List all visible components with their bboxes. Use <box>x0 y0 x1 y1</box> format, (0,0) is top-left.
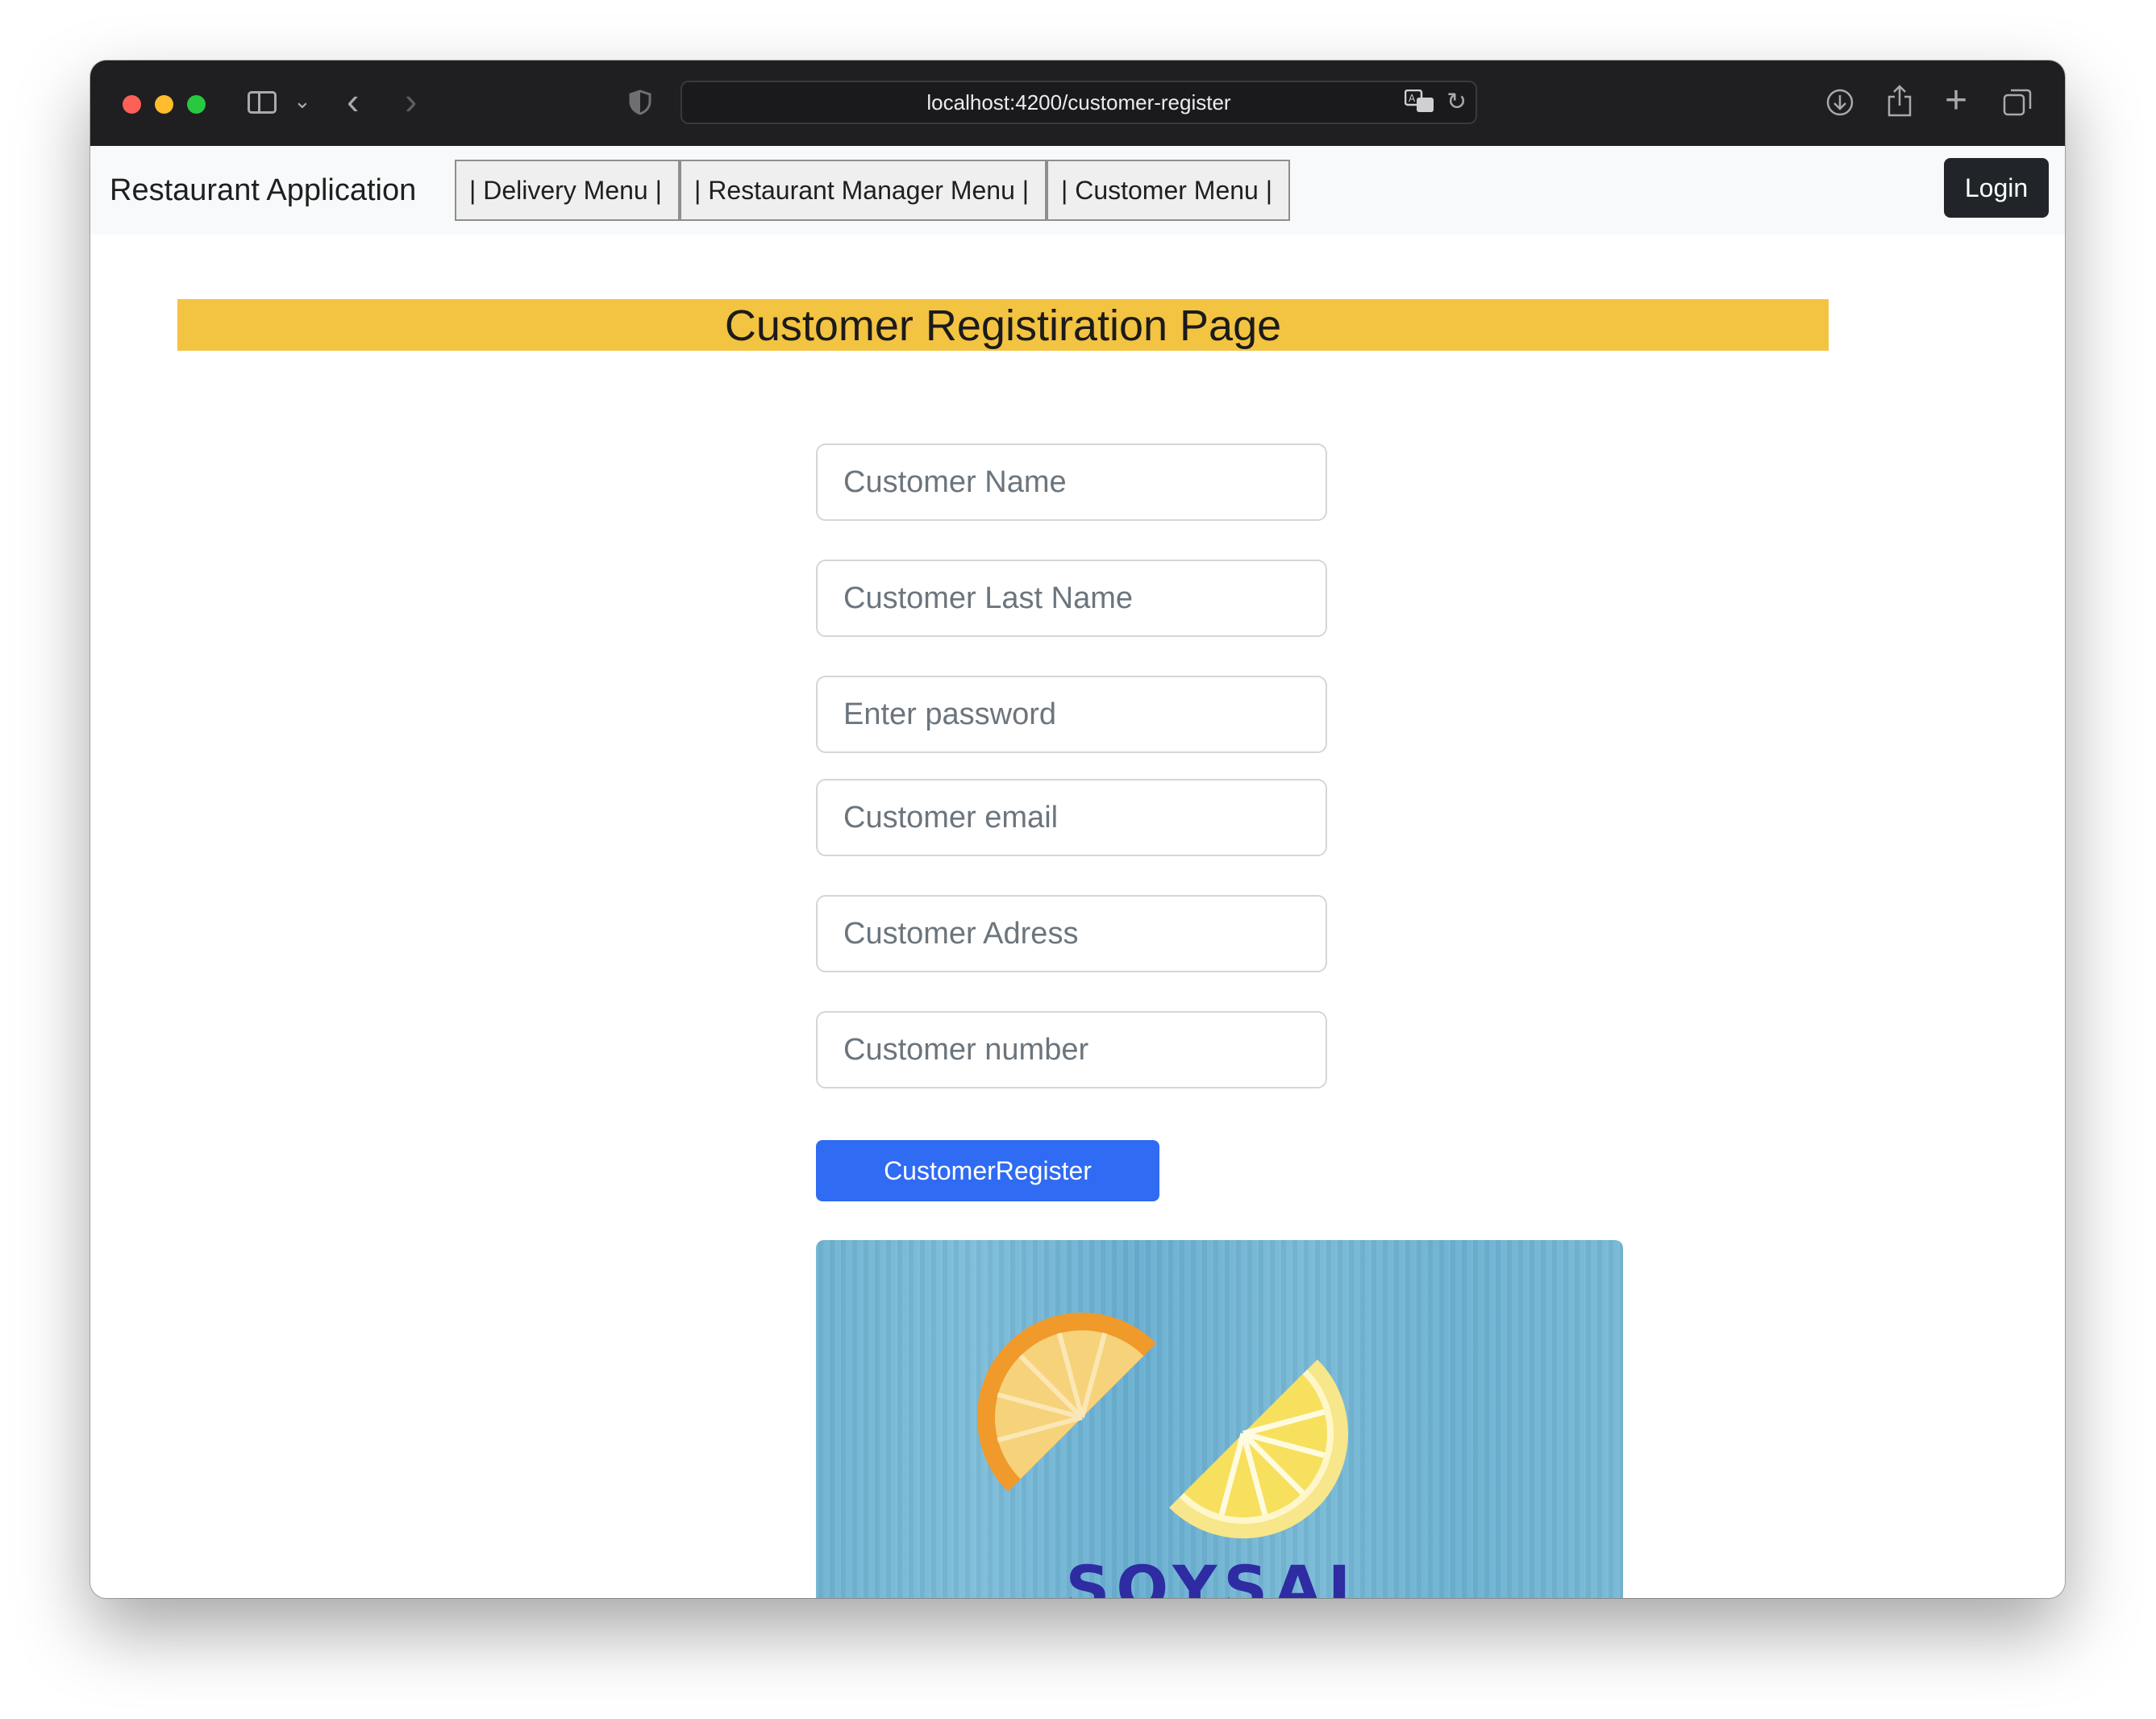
phone-number-field[interactable] <box>816 1011 1327 1088</box>
minimize-window-button[interactable] <box>155 95 173 114</box>
restaurant-manager-menu-button[interactable]: | Restaurant Manager Menu | <box>680 160 1047 221</box>
chevron-down-icon[interactable]: ⌄ <box>293 85 311 117</box>
navbar-brand[interactable]: Restaurant Application <box>110 172 416 209</box>
banner-logo-text: SOYSAL <box>1065 1552 1374 1599</box>
close-window-button[interactable] <box>123 95 141 114</box>
customer-last-name-field[interactable] <box>816 560 1327 637</box>
browser-toolbar: ⌄ ‹ › localhost:4200/customer-register A… <box>90 60 2065 146</box>
back-icon[interactable]: ‹ <box>347 78 359 123</box>
download-icon[interactable] <box>1825 88 1854 117</box>
delivery-menu-button[interactable]: | Delivery Menu | <box>455 160 680 221</box>
brand-banner-image: SOYSAL <box>816 1240 1623 1598</box>
password-field[interactable] <box>816 676 1327 753</box>
svg-text:A: A <box>1409 93 1416 104</box>
tabs-overview-icon[interactable] <box>2003 88 2032 117</box>
address-bar[interactable]: localhost:4200/customer-register <box>681 81 1477 124</box>
email-field[interactable] <box>816 779 1327 856</box>
address-field[interactable] <box>816 895 1327 972</box>
sidebar-icon[interactable] <box>248 91 277 114</box>
customer-menu-button[interactable]: | Customer Menu | <box>1047 160 1290 221</box>
customer-name-field[interactable] <box>816 443 1327 521</box>
translate-icon[interactable]: A <box>1404 89 1435 114</box>
forward-icon[interactable]: › <box>405 78 417 123</box>
app-navbar: Restaurant Application | Delivery Menu |… <box>90 146 2065 235</box>
share-icon[interactable] <box>1887 85 1913 117</box>
customer-register-button[interactable]: CustomerRegister <box>816 1140 1159 1201</box>
zoom-window-button[interactable] <box>187 95 206 114</box>
new-tab-icon[interactable]: + <box>1945 78 1967 123</box>
citrus-logo-icon <box>977 1313 1348 1538</box>
browser-window: ⌄ ‹ › localhost:4200/customer-register A… <box>90 60 2065 1598</box>
page-title: Customer Registiration Page <box>177 299 1829 351</box>
shield-icon[interactable] <box>629 89 651 115</box>
reload-icon[interactable]: ↻ <box>1446 88 1467 117</box>
login-button[interactable]: Login <box>1944 158 2049 218</box>
